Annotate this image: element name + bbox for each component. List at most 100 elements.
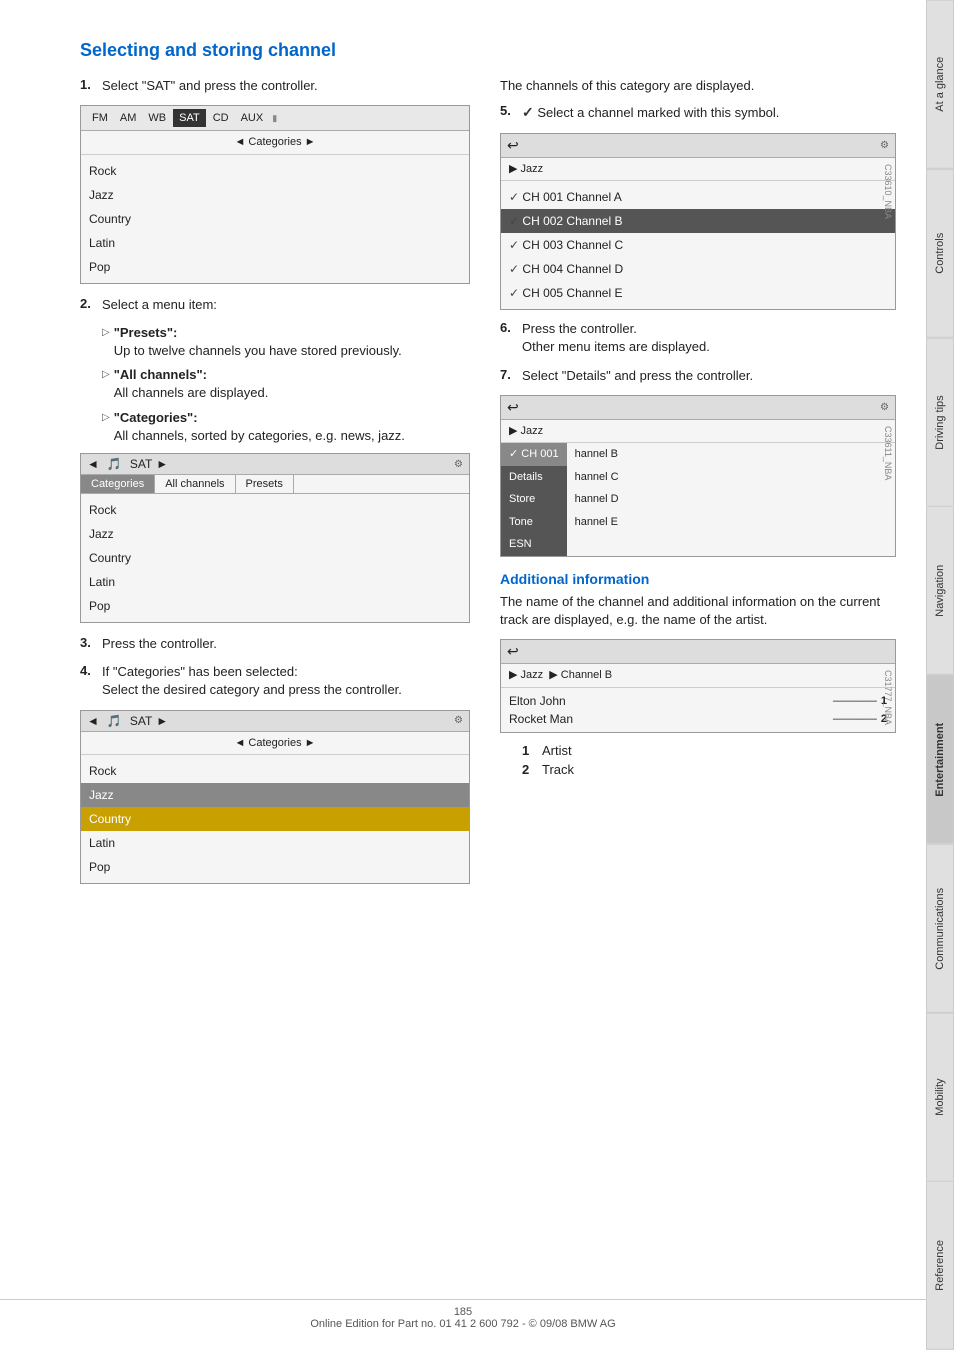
step-4-content: If "Categories" has been selected: Selec… <box>102 663 470 699</box>
sidebar-tab-controls[interactable]: Controls <box>926 169 954 338</box>
radio-sat[interactable]: SAT <box>173 109 206 127</box>
step-7-number: 7. <box>500 367 516 382</box>
sidebar-tab-mobility[interactable]: Mobility <box>926 1013 954 1182</box>
radio-fm[interactable]: FM <box>87 110 113 126</box>
screen-5-header: ↩ ⚙ <box>501 396 895 420</box>
sub-item-allchannels: ▷ "All channels": All channels are displ… <box>102 366 470 402</box>
screen-3-row-pop: Pop <box>81 855 469 879</box>
screen-4-row-ch005: ✓ CH 005 Channel E <box>501 281 895 305</box>
sidebar-tab-communications[interactable]: Communications <box>926 844 954 1013</box>
sidebar-tab-at-a-glance[interactable]: At a glance <box>926 0 954 169</box>
step-6-number: 6. <box>500 320 516 335</box>
radio-wb[interactable]: WB <box>143 110 171 126</box>
sub-item-presets: ▷ "Presets": Up to twelve channels you h… <box>102 324 470 360</box>
screen-3-header: ◄ 🎵 SAT ► ⚙ <box>81 711 469 732</box>
sidebar-tab-driving-tips[interactable]: Driving tips <box>926 338 954 507</box>
screen-4-back-icon: ↩ <box>507 137 519 154</box>
screen-5-jazz-nav: ▶ Jazz <box>501 420 895 444</box>
step-3-number: 3. <box>80 635 96 650</box>
step-4-intro: If "Categories" has been selected: <box>102 664 298 679</box>
step-2: 2. Select a menu item: <box>80 296 470 314</box>
screen-2-body: Rock Jazz Country Latin Pop <box>81 494 469 622</box>
step-1-text: Select "SAT" and press the controller. <box>102 77 470 95</box>
screen-5-menu-store[interactable]: Store <box>501 488 567 511</box>
step-1-number: 1. <box>80 77 96 92</box>
sub-categories-content: "Categories": All channels, sorted by ca… <box>114 409 405 445</box>
step-1: 1. Select "SAT" and press the controller… <box>80 77 470 95</box>
screen-2-row-jazz: Jazz <box>81 522 469 546</box>
screen-2-sat-label: SAT <box>130 457 152 471</box>
main-content: Selecting and storing channel 1. Select … <box>0 0 926 1350</box>
screen-5: ↩ ⚙ ▶ Jazz ✓ CH 001 Details Store Tone E… <box>500 395 896 557</box>
screen-4-row-ch003: ✓ CH 003 Channel C <box>501 233 895 257</box>
legend-item-1: 1 Artist <box>522 743 896 758</box>
screen-5-body: ✓ CH 001 Details Store Tone ESN hannel B… <box>501 443 895 556</box>
screen-3-row-latin: Latin <box>81 831 469 855</box>
screen-3-nav-left: ◄ <box>87 714 99 728</box>
screen-4-body: ✓ CH 001 Channel A ✓ CH 002 Channel B ✓ … <box>501 181 895 309</box>
sub-categories-label: "Categories": <box>114 410 198 425</box>
left-column: 1. Select "SAT" and press the controller… <box>80 77 470 896</box>
sub-allchannels-text: All channels are displayed. <box>114 385 269 400</box>
screen-6-body: Elton John ———— 1 Rocket Man ———— 2 <box>501 688 895 732</box>
screen-2-tabs: Categories All channels Presets <box>81 475 469 494</box>
sub-allchannels-content: "All channels": All channels are display… <box>114 366 269 402</box>
screen-5-side-label: C33611_NBA <box>883 426 893 480</box>
screen-6: ↩ ▶ Jazz ▶ Channel B Elton John ———— 1 R… <box>500 639 896 733</box>
screen-5-menu-details[interactable]: Details <box>501 466 567 489</box>
radio-cd[interactable]: CD <box>208 110 234 126</box>
screen-2-header: ◄ 🎵 SAT ► ⚙ <box>81 454 469 475</box>
step-6: 6. Press the controller. Other menu item… <box>500 320 896 356</box>
radio-aux[interactable]: AUX <box>236 110 269 126</box>
screen-4-side-label: C33610_NBA <box>883 164 893 219</box>
legend-num-1: 1 <box>522 743 534 758</box>
screen-2-tab-categories[interactable]: Categories <box>81 475 155 493</box>
screen-5-menu-esn[interactable]: ESN <box>501 533 567 556</box>
screen-2-tab-presets[interactable]: Presets <box>236 475 294 493</box>
screen-2-header-left: ◄ 🎵 SAT ► <box>87 457 168 471</box>
page-footer: 185 Online Edition for Part no. 01 41 2 … <box>0 1299 926 1330</box>
step-5-number: 5. <box>500 103 516 118</box>
screen-1-corner: ▮ <box>272 113 277 124</box>
step-2-text: Select a menu item: <box>102 296 470 314</box>
step-6-content: Press the controller. Other menu items a… <box>522 320 896 356</box>
step-3: 3. Press the controller. <box>80 635 470 653</box>
sidebar-tab-navigation[interactable]: Navigation <box>926 506 954 675</box>
screen-6-track-label: Rocket Man <box>509 712 833 726</box>
screen-3-nav-right: ► <box>156 714 168 728</box>
screen-2-tab-allchannels[interactable]: All channels <box>155 475 235 493</box>
page-number: 185 <box>454 1306 472 1318</box>
screen-3: ◄ 🎵 SAT ► ⚙ ◄ Categories ► Rock Jazz Cou… <box>80 710 470 885</box>
screen-2-row-latin: Latin <box>81 570 469 594</box>
step-2-sub-items: ▷ "Presets": Up to twelve channels you h… <box>102 324 470 445</box>
screen-5-row-chb: hannel B <box>567 443 895 466</box>
screen-2-row-rock: Rock <box>81 498 469 522</box>
screen-3-header-left: ◄ 🎵 SAT ► <box>87 714 168 728</box>
sidebar-tab-reference[interactable]: Reference <box>926 1181 954 1350</box>
page-title: Selecting and storing channel <box>80 40 896 61</box>
step-5-content: ✓ Select a channel marked with this symb… <box>522 103 896 123</box>
radio-am[interactable]: AM <box>115 110 142 126</box>
screen-2-nav-left: ◄ <box>87 457 99 471</box>
screen-2-sat-icon: 🎵 <box>107 457 122 471</box>
screen-2-nav-right: ► <box>156 457 168 471</box>
screen-2: ◄ 🎵 SAT ► ⚙ Categories All channels Pres… <box>80 453 470 623</box>
sub-item-categories: ▷ "Categories": All channels, sorted by … <box>102 409 470 445</box>
screen-5-menu-tone[interactable]: Tone <box>501 511 567 534</box>
screen-2-row-country: Country <box>81 546 469 570</box>
screen-3-row-country: Country <box>81 807 469 831</box>
legend-item-2: 2 Track <box>522 762 896 777</box>
screen-3-sat-icon: 🎵 <box>107 714 122 728</box>
screen-6-row-track: Rocket Man ———— 2 <box>509 712 887 726</box>
screen-4-row-ch001: ✓ CH 001 Channel A <box>501 185 895 209</box>
sidebar-tab-entertainment[interactable]: Entertainment <box>926 675 954 844</box>
step-4-number: 4. <box>80 663 96 678</box>
step-7-text: Select "Details" and press the controlle… <box>522 367 896 385</box>
screen-6-jazz-nav: ▶ Jazz ▶ Channel B <box>501 664 895 688</box>
screen-4-corner-icon: ⚙ <box>880 140 889 151</box>
screen-5-back-icon: ↩ <box>507 399 519 416</box>
screen-4: ↩ ⚙ ▶ Jazz ✓ CH 001 Channel A ✓ CH 002 C… <box>500 133 896 311</box>
step-7: 7. Select "Details" and press the contro… <box>500 367 896 385</box>
sub-allchannels-label: "All channels": <box>114 367 207 382</box>
screen-1-row-rock: Rock <box>81 159 469 183</box>
